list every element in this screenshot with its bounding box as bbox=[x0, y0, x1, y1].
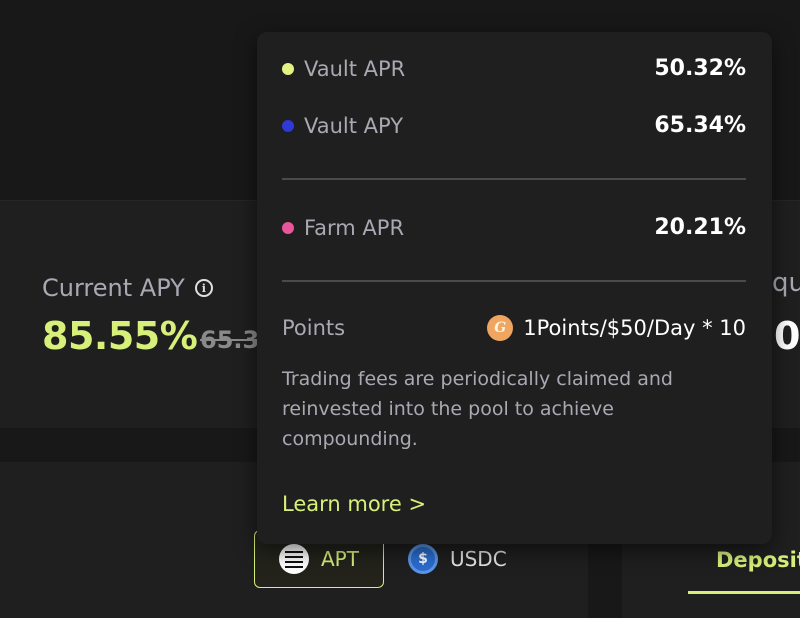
vault-apr-value: 50.32% bbox=[654, 56, 746, 81]
points-label: Points bbox=[282, 316, 346, 340]
current-apy-value: 85.55% bbox=[42, 314, 198, 358]
tab-deposit[interactable]: Deposit bbox=[688, 542, 800, 594]
farm-apr-dot-icon bbox=[282, 221, 294, 234]
token-label-usdc: USDC bbox=[449, 547, 507, 571]
tooltip-divider bbox=[282, 178, 746, 180]
vault-apy-dot-icon bbox=[282, 119, 294, 132]
usdc-icon: $ bbox=[407, 544, 438, 574]
learn-more-link[interactable]: Learn more > bbox=[282, 492, 426, 516]
vault-apr-row: Vault APR 50.32% bbox=[282, 56, 746, 81]
apy-breakdown-tooltip: Vault APR 50.32% Vault APY 65.34% Farm A… bbox=[257, 32, 772, 544]
stat-label-partial: qu bbox=[772, 268, 800, 298]
farm-apr-row: Farm APR 20.21% bbox=[282, 215, 746, 240]
stat-value-partial: 0 bbox=[774, 314, 800, 358]
points-coin-icon: G bbox=[487, 315, 514, 341]
farm-apr-label: Farm APR bbox=[304, 215, 405, 240]
points-row: Points G 1Points/$50/Day * 10 bbox=[282, 315, 746, 341]
aptos-icon bbox=[279, 544, 309, 574]
previous-apy-value: 65.3 bbox=[200, 326, 260, 354]
tooltip-divider bbox=[282, 280, 746, 282]
vault-apy-label: Vault APY bbox=[304, 113, 404, 138]
vault-apy-value: 65.34% bbox=[654, 113, 746, 138]
farm-apr-value: 20.21% bbox=[654, 215, 746, 240]
points-value: 1Points/$50/Day * 10 bbox=[523, 316, 746, 340]
info-icon[interactable]: i bbox=[194, 279, 213, 297]
vault-apr-dot-icon bbox=[282, 62, 294, 75]
vault-apy-row: Vault APY 65.34% bbox=[282, 113, 746, 138]
vault-apr-label: Vault APR bbox=[304, 56, 406, 81]
tooltip-description: Trading fees are periodically claimed an… bbox=[282, 368, 673, 450]
token-label-apt: APT bbox=[321, 547, 359, 571]
current-apy-label: Current APY bbox=[42, 274, 185, 302]
current-apy-heading: Current APY i bbox=[42, 274, 213, 302]
